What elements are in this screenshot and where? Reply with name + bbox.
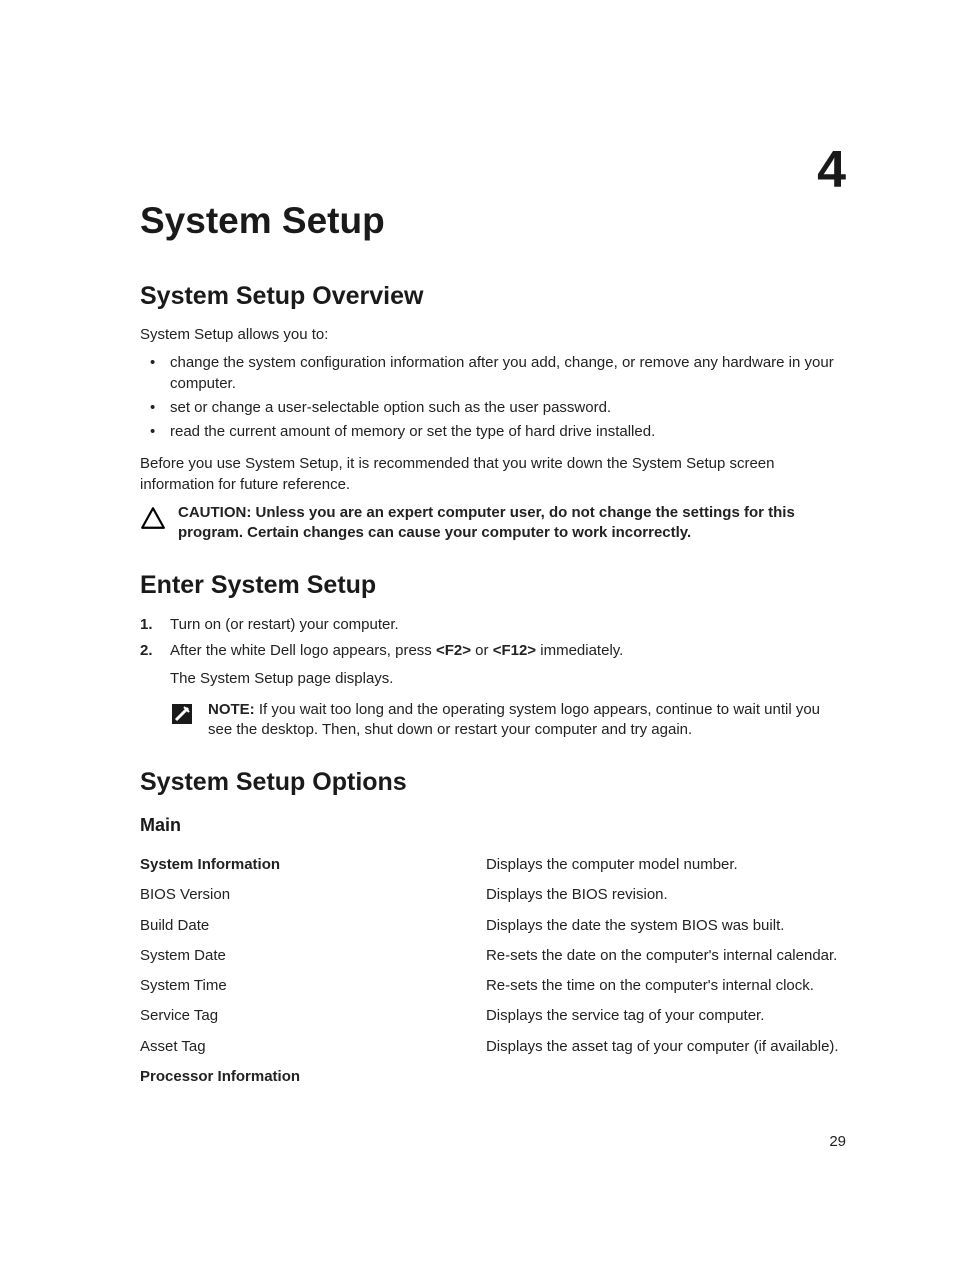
options-table: System InformationDisplays the computer … [140,850,846,1092]
page-title: System Setup [140,200,846,242]
step-2: After the white Dell logo appears, press… [140,640,846,740]
overview-after: Before you use System Setup, it is recom… [140,454,846,495]
step-2-text-mid: or [471,642,493,659]
step-2-key2: <F12> [493,642,536,659]
overview-intro: System Setup allows you to: [140,325,846,345]
option-description: Displays the date the system BIOS was bu… [486,911,846,941]
option-name: System Time [140,971,486,1001]
option-description: Displays the service tag of your compute… [486,1001,846,1031]
table-row: BIOS VersionDisplays the BIOS revision. [140,880,846,910]
note-lead: NOTE: [208,701,259,718]
option-description: Displays the BIOS revision. [486,880,846,910]
step-1: Turn on (or restart) your computer. [140,614,846,636]
section-enter-heading: Enter System Setup [140,571,846,600]
option-name: Processor Information [140,1062,486,1092]
caution-body: Unless you are an expert computer user, … [178,504,795,541]
step-2-sub: The System Setup page displays. [170,668,846,690]
caution-text: CAUTION: Unless you are an expert comput… [178,503,846,544]
option-name: System Information [140,850,486,880]
table-row: System InformationDisplays the computer … [140,850,846,880]
note-body: If you wait too long and the operating s… [208,701,820,738]
option-description: Displays the computer model number. [486,850,846,880]
option-name: Build Date [140,911,486,941]
table-row: Processor Information [140,1062,846,1092]
table-row: System TimeRe-sets the time on the compu… [140,971,846,1001]
option-name: System Date [140,941,486,971]
table-row: Build DateDisplays the date the system B… [140,911,846,941]
note-icon [170,702,196,728]
options-subheading-main: Main [140,815,846,836]
option-description: Re-sets the time on the computer's inter… [486,971,846,1001]
option-name: Service Tag [140,1001,486,1031]
step-2-text-pre: After the white Dell logo appears, press [170,642,436,659]
option-name: Asset Tag [140,1032,486,1062]
list-item: change the system configuration informat… [140,353,846,394]
caution-icon [140,505,166,531]
option-description: Displays the asset tag of your computer … [486,1032,846,1062]
list-item: set or change a user-selectable option s… [140,398,846,418]
list-item: read the current amount of memory or set… [140,422,846,442]
section-overview-heading: System Setup Overview [140,282,846,311]
enter-steps: Turn on (or restart) your computer. Afte… [140,614,846,740]
step-2-key1: <F2> [436,642,471,659]
option-description [486,1062,846,1092]
table-row: Service TagDisplays the service tag of y… [140,1001,846,1031]
section-options-heading: System Setup Options [140,768,846,797]
option-name: BIOS Version [140,880,486,910]
caution-lead: CAUTION: [178,504,256,521]
note-callout: NOTE: If you wait too long and the opera… [170,700,846,741]
caution-callout: CAUTION: Unless you are an expert comput… [140,503,846,544]
note-text: NOTE: If you wait too long and the opera… [208,700,846,741]
table-row: Asset TagDisplays the asset tag of your … [140,1032,846,1062]
overview-bullets: change the system configuration informat… [140,353,846,442]
option-description: Re-sets the date on the computer's inter… [486,941,846,971]
page-number: 29 [829,1133,846,1150]
chapter-number: 4 [817,140,846,200]
page-container: 4 System Setup System Setup Overview Sys… [0,0,954,1268]
table-row: System DateRe-sets the date on the compu… [140,941,846,971]
step-2-text-post: immediately. [536,642,623,659]
